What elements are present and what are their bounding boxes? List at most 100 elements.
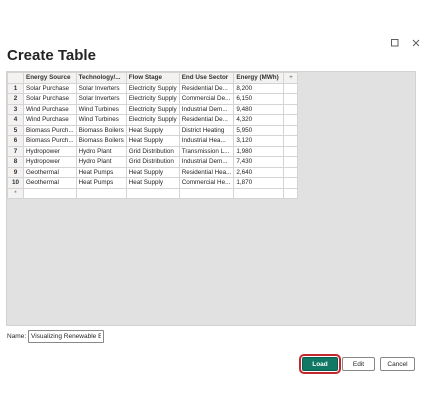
empty-cell[interactable] xyxy=(23,187,77,199)
close-icon[interactable] xyxy=(411,38,421,48)
table-row: 5 Biomass Purch... Biomass Boilers Heat Sup… xyxy=(7,124,299,136)
table-cell[interactable]: Biomass Purch... xyxy=(23,135,77,147)
table-cell[interactable]: Heat Supply xyxy=(125,135,180,147)
table-row: 8 Hydropower Hydro Plant Grid Distribution I… xyxy=(7,156,299,168)
table-row: 10 Geothermal Heat Pumps Heat Supply Commerc… xyxy=(7,177,299,189)
empty-cell[interactable] xyxy=(283,187,299,199)
table-row: 7 Hydropower Hydro Plant Grid Distribution T… xyxy=(7,145,299,157)
empty-cell xyxy=(283,82,299,94)
table-cell[interactable]: Residential Hea... xyxy=(178,166,235,178)
table-cell[interactable]: 4,320 xyxy=(233,114,285,126)
empty-cell xyxy=(283,103,299,115)
column-header[interactable]: End Use Sector xyxy=(178,72,235,84)
table-cell[interactable]: Heat Supply xyxy=(125,177,180,189)
table-cell[interactable]: Residential De... xyxy=(178,114,235,126)
row-number[interactable]: 8 xyxy=(7,156,24,168)
table-cell[interactable]: 8,200 xyxy=(233,82,285,94)
table-cell[interactable]: Hydro Plant xyxy=(75,145,127,157)
table-cell[interactable]: Solar Inverters xyxy=(75,82,127,94)
table-cell[interactable]: Commercial He... xyxy=(178,177,235,189)
table-row: 4 Wind Purchase Wind Turbines Electricity S… xyxy=(7,114,299,126)
maximize-icon[interactable] xyxy=(390,38,400,48)
table-cell[interactable]: Grid Distribution xyxy=(125,145,180,157)
table-cell[interactable]: 5,950 xyxy=(233,124,285,136)
column-header[interactable]: Energy Source xyxy=(23,72,77,84)
table-cell[interactable]: Geothermal xyxy=(23,177,77,189)
add-column-button[interactable]: + xyxy=(283,72,299,84)
row-number[interactable]: 4 xyxy=(7,114,24,126)
empty-cell[interactable] xyxy=(125,187,180,199)
table-cell[interactable]: 1,870 xyxy=(233,177,285,189)
empty-cell xyxy=(283,177,299,189)
table-cell[interactable]: Transmission L... xyxy=(178,145,235,157)
table-cell[interactable]: 2,640 xyxy=(233,166,285,178)
row-number[interactable]: 9 xyxy=(7,166,24,178)
table-cell[interactable]: Biomass Boilers xyxy=(75,124,127,136)
table-cell[interactable]: Biomass Boilers xyxy=(75,135,127,147)
table-cell[interactable]: Solar Purchase xyxy=(23,82,77,94)
load-button[interactable]: Load xyxy=(299,354,341,374)
table-cell[interactable]: Hydropower xyxy=(23,145,77,157)
table-cell[interactable]: Solar Inverters xyxy=(75,93,127,105)
table-cell[interactable]: Geothermal xyxy=(23,166,77,178)
table-cell[interactable]: Industrial Dem... xyxy=(178,156,235,168)
table-cell[interactable]: Electricity Supply xyxy=(125,114,180,126)
table-cell[interactable]: Grid Distribution xyxy=(125,156,180,168)
dialog-title: Create Table xyxy=(7,47,96,64)
table-cell[interactable]: Electricity Supply xyxy=(125,93,180,105)
table-cell[interactable]: Solar Purchase xyxy=(23,93,77,105)
empty-cell[interactable] xyxy=(233,187,285,199)
empty-cell[interactable] xyxy=(75,187,127,199)
table-cell[interactable]: Hydropower xyxy=(23,156,77,168)
empty-cell xyxy=(283,166,299,178)
row-number[interactable]: 6 xyxy=(7,135,24,147)
table-cell[interactable]: 9,480 xyxy=(233,103,285,115)
corner-cell[interactable] xyxy=(7,72,24,84)
table-cell[interactable]: 3,120 xyxy=(233,135,285,147)
table-cell[interactable]: Commercial De... xyxy=(178,93,235,105)
table-cell[interactable]: Heat Pumps xyxy=(75,177,127,189)
table-cell[interactable]: Biomass Purch... xyxy=(23,124,77,136)
edit-button[interactable]: Edit xyxy=(342,357,375,371)
table-cell[interactable]: Industrial Hea... xyxy=(178,135,235,147)
row-number[interactable]: 1 xyxy=(7,82,24,94)
table-cell[interactable]: Electricity Supply xyxy=(125,82,180,94)
column-header[interactable]: Flow Stage xyxy=(125,72,180,84)
row-number[interactable]: 5 xyxy=(7,124,24,136)
table-row: 9 Geothermal Heat Pumps Heat Supply Resident… xyxy=(7,166,299,178)
table-cell[interactable]: Wind Turbines xyxy=(75,103,127,115)
column-header[interactable]: Technology/... xyxy=(75,72,127,84)
table-row: 2 Solar Purchase Solar Inverters Electricit… xyxy=(7,93,299,105)
table-cell[interactable]: Heat Supply xyxy=(125,166,180,178)
table-cell[interactable]: Heat Pumps xyxy=(75,166,127,178)
table-cell[interactable]: Hydro Plant xyxy=(75,156,127,168)
row-number[interactable]: 3 xyxy=(7,103,24,115)
row-number[interactable]: 10 xyxy=(7,177,24,189)
table-row: 6 Biomass Purch... Biomass Boilers Heat Sup… xyxy=(7,135,299,147)
row-number[interactable]: 2 xyxy=(7,93,24,105)
row-number[interactable]: 7 xyxy=(7,145,24,157)
table-row: 3 Wind Purchase Wind Turbines Electricity S… xyxy=(7,103,299,115)
table-cell[interactable]: 1,980 xyxy=(233,145,285,157)
table-cell[interactable]: Industrial Dem... xyxy=(178,103,235,115)
table-cell[interactable]: 7,430 xyxy=(233,156,285,168)
add-row-button[interactable]: * xyxy=(7,187,24,199)
empty-cell xyxy=(283,135,299,147)
table-cell[interactable]: Wind Purchase xyxy=(23,103,77,115)
cancel-button[interactable]: Cancel xyxy=(380,357,415,371)
empty-cell xyxy=(283,124,299,136)
header-row: Energy Source Technology/... Flow Stage … xyxy=(7,72,299,84)
empty-cell xyxy=(283,145,299,157)
table-cell[interactable]: Wind Purchase xyxy=(23,114,77,126)
table-cell[interactable]: Electricity Supply xyxy=(125,103,180,115)
table-cell[interactable]: Residential De... xyxy=(178,82,235,94)
column-header[interactable]: Energy (MWh) xyxy=(233,72,285,84)
table-name-input[interactable] xyxy=(28,330,104,343)
name-label: Name: xyxy=(7,333,27,340)
table-cell[interactable]: Heat Supply xyxy=(125,124,180,136)
empty-cell[interactable] xyxy=(178,187,235,199)
data-table: Energy Source Technology/... Flow Stage … xyxy=(7,72,299,199)
table-cell[interactable]: District Heating xyxy=(178,124,235,136)
table-cell[interactable]: 6,150 xyxy=(233,93,285,105)
table-cell[interactable]: Wind Turbines xyxy=(75,114,127,126)
